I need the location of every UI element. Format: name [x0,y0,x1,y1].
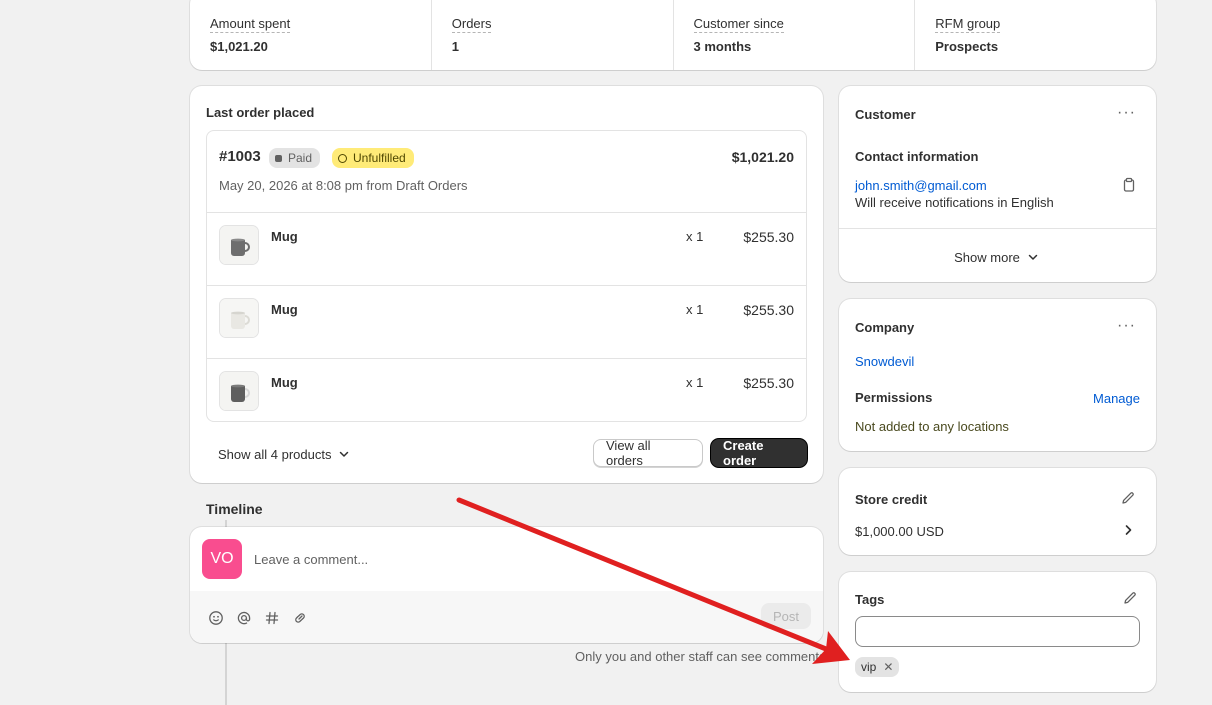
unfulfilled-ring-icon [338,153,347,163]
remove-tag-icon[interactable]: ✕ [883,660,893,674]
more-actions-icon[interactable]: ··· [1117,104,1136,122]
stat-rfm-group: RFM group Prospects [915,0,1156,70]
stat-value: 1 [451,39,459,54]
permissions-heading: Permissions [855,390,933,405]
order-number-link[interactable]: #1003 [219,148,261,165]
line-item: Mug x 1 $255.30 [207,286,806,359]
paid-dot-icon [275,154,282,162]
stat-value: 3 months [693,39,752,54]
customer-card: Customer ··· Contact information john.sm… [839,86,1156,282]
copy-icon[interactable] [1122,177,1136,196]
last-order-title: Last order placed [206,105,315,120]
line-item-price: $255.30 [743,375,794,391]
line-item-name[interactable]: Mug [271,229,298,244]
show-all-products-button[interactable]: Show all 4 products [218,446,352,462]
staff-visibility-note: Only you and other staff can see comment… [575,649,826,664]
line-item-price: $255.30 [743,302,794,318]
order-date: May 20, 2026 at 8:08 pm from Draft Order… [219,178,468,193]
chevron-right-icon[interactable] [1120,522,1136,541]
divider [839,228,1156,229]
chevron-down-icon [1028,254,1038,260]
payment-status-badge: Paid [269,148,321,168]
white-mug-thumbnail-icon[interactable] [219,298,259,338]
edit-pencil-icon[interactable] [1122,590,1138,609]
stat-label[interactable]: Customer since [693,16,784,33]
post-button[interactable]: Post [761,603,811,629]
emoji-icon[interactable] [208,610,224,629]
mention-icon[interactable] [236,610,252,629]
notification-language-note: Will receive notifications in English [855,195,1054,210]
comment-input[interactable]: Leave a comment... [254,552,368,567]
comment-composer: VO Leave a comment... Post [190,527,823,643]
store-credit-card: Store credit $1,000.00 USD [839,468,1156,555]
attachment-link-icon[interactable] [292,610,308,629]
last-order-card: Last order placed #1003 Paid Unfulfilled… [190,86,823,483]
gray-mug-thumbnail-icon[interactable] [219,225,259,265]
customer-stats-bar: Amount spent $1,021.20 Orders 1 Customer… [190,0,1156,70]
line-item-qty: x 1 [686,375,704,390]
stat-label[interactable]: RFM group [935,16,1001,33]
badge-label: Paid [288,151,313,165]
timeline-title: Timeline [206,501,263,517]
permissions-note: Not added to any locations [855,419,1009,434]
store-credit-title: Store credit [855,492,928,507]
show-more-label: Show more [954,249,1020,265]
create-order-button[interactable]: Create order [711,438,807,468]
company-title: Company [855,320,915,335]
line-item: Mug x 1 $255.30 [207,359,806,432]
company-card: Company ··· Snowdevil Permissions Manage… [839,299,1156,451]
tag-label: vip [861,660,877,674]
gray-mug-thumbnail-icon[interactable] [219,371,259,411]
stat-label[interactable]: Orders [451,16,492,33]
stat-label[interactable]: Amount spent [210,16,291,33]
view-all-orders-button[interactable]: View all orders [593,438,703,468]
line-item-price: $255.30 [743,229,794,245]
line-item: Mug x 1 $255.30 [207,213,806,286]
line-item-name[interactable]: Mug [271,375,298,390]
comment-toolbar: Post [190,591,823,643]
store-credit-amount: $1,000.00 USD [855,524,944,539]
line-item-qty: x 1 [686,302,704,317]
tags-title: Tags [855,592,885,607]
chevron-down-icon [340,451,349,457]
customer-email-link[interactable]: john.smith@gmail.com [855,178,987,193]
badge-label: Unfulfilled [353,151,406,165]
company-name-link[interactable]: Snowdevil [855,354,914,369]
tags-input[interactable] [855,616,1140,647]
show-more-button[interactable]: Show more [839,249,1156,265]
customer-title: Customer [855,107,916,122]
stat-orders: Orders 1 [432,0,674,70]
line-item-name[interactable]: Mug [271,302,298,317]
more-actions-icon[interactable]: ··· [1117,317,1136,335]
manage-permissions-link[interactable]: Manage [1093,391,1140,406]
tags-card: Tags vip ✕ [839,572,1156,692]
line-item-qty: x 1 [686,229,704,244]
contact-heading: Contact information [855,149,979,164]
edit-pencil-icon[interactable] [1120,490,1136,509]
stat-value: Prospects [935,39,999,54]
order-summary: #1003 Paid Unfulfilled $1,021.20 May 20,… [206,130,807,422]
stat-amount-spent: Amount spent $1,021.20 [190,0,432,70]
stat-value: $1,021.20 [210,39,268,54]
hashtag-icon[interactable] [264,610,280,629]
tag-chip: vip ✕ [855,657,900,677]
order-header: #1003 Paid Unfulfilled $1,021.20 May 20,… [207,131,806,213]
stat-customer-since: Customer since 3 months [674,0,916,70]
show-all-label: Show all 4 products [218,446,332,462]
order-total: $1,021.20 [731,149,794,165]
avatar: VO [202,539,242,579]
fulfillment-status-badge: Unfulfilled [332,148,414,168]
